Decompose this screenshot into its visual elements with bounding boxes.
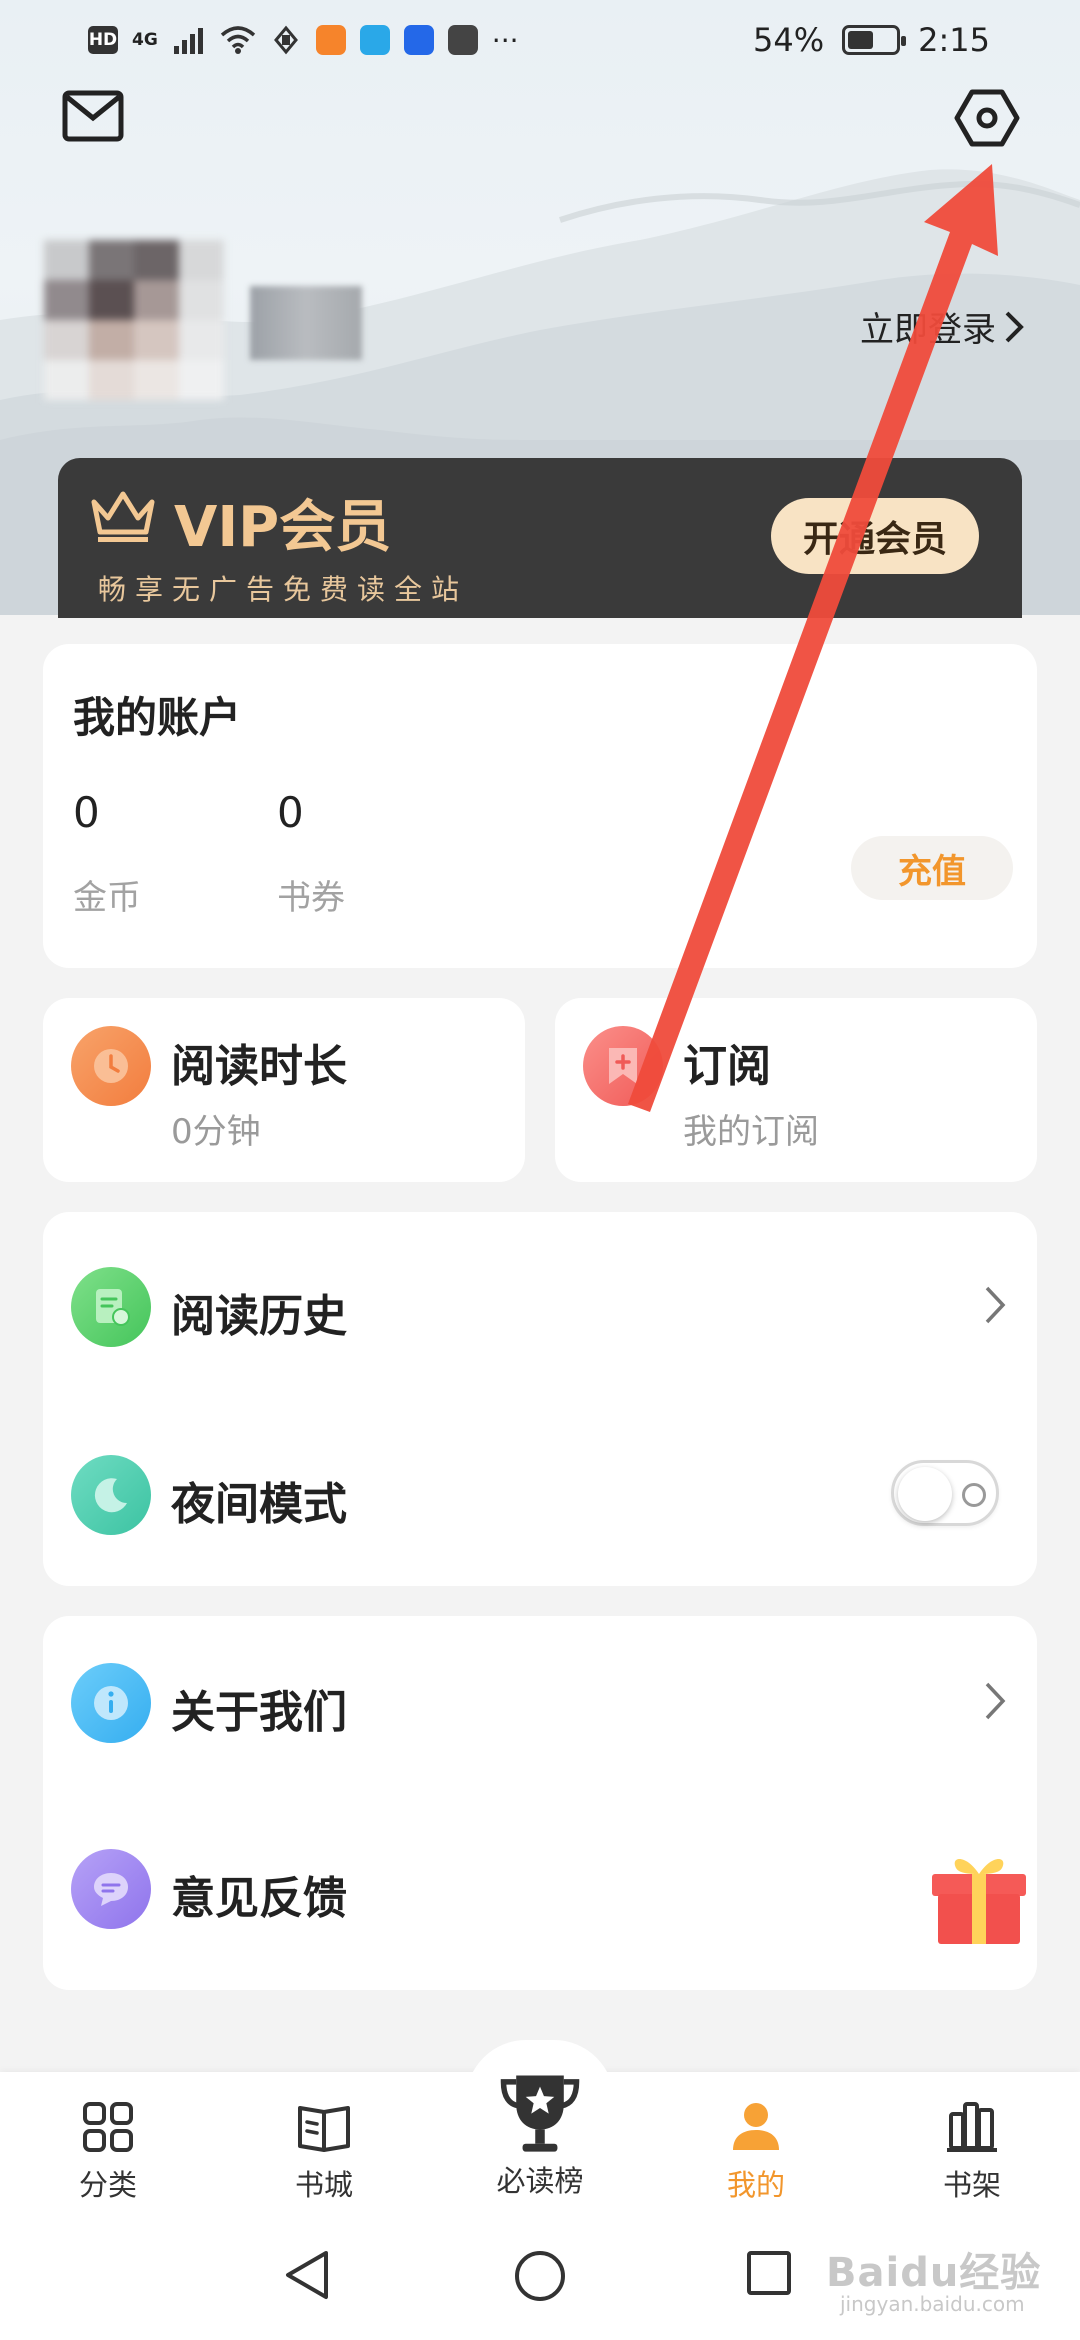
vip-title: VIP会员	[174, 495, 392, 560]
subscription-card[interactable]: 订阅 我的订阅	[555, 998, 1037, 1182]
tab-bookstore[interactable]: 书城	[244, 2098, 404, 2204]
back-triangle-icon[interactable]	[282, 2248, 332, 2302]
vouchers-value: 0	[277, 788, 304, 837]
hd-icon: HD	[88, 26, 118, 54]
username-placeholder	[250, 286, 362, 360]
reading-time-title: 阅读时长	[171, 1041, 347, 1092]
chevron-right-icon	[1005, 311, 1024, 342]
night-mode-row: 夜间模式	[43, 1418, 1037, 1568]
coins-value: 0	[73, 788, 100, 837]
tab-category[interactable]: 分类	[28, 2098, 188, 2204]
bookshelf-icon	[947, 2102, 997, 2152]
reading-time-card[interactable]: 阅读时长 0分钟	[43, 998, 525, 1182]
vip-banner[interactable]: VIP会员 畅享无广告免费读全站 开通会员	[58, 458, 1022, 618]
chevron-right-icon	[985, 1682, 1006, 1720]
vip-subtitle: 畅享无广告免费读全站	[98, 573, 469, 606]
tab-label: 必读榜	[496, 2164, 584, 2198]
battery-percent: 54%	[753, 21, 825, 59]
recents-square-icon[interactable]	[744, 2248, 794, 2298]
settings-gear-icon[interactable]	[954, 86, 1020, 150]
subscription-subtitle: 我的订阅	[683, 1112, 819, 1152]
huawei-app-icon	[447, 25, 478, 55]
about-us-row[interactable]: 关于我们	[43, 1626, 1037, 1776]
moon-icon	[71, 1455, 151, 1535]
feedback-row[interactable]: 意见反馈	[43, 1812, 1037, 1962]
video-app-icon	[315, 25, 346, 55]
feedback-label: 意见反馈	[171, 1873, 347, 1924]
bulb-app-icon	[403, 25, 434, 55]
chevron-right-icon	[985, 1286, 1006, 1324]
night-mode-label: 夜间模式	[171, 1479, 347, 1530]
coins-label: 金币	[73, 878, 141, 918]
tab-label: 分类	[78, 2168, 137, 2202]
network-type: 4G	[132, 29, 158, 50]
info-icon	[71, 1663, 151, 1743]
avatar[interactable]	[44, 240, 224, 400]
menu-card-info: 关于我们 意见反馈	[43, 1616, 1037, 1990]
login-link[interactable]: 立即登录	[860, 302, 1024, 351]
battery-level	[848, 31, 874, 49]
wifi-icon	[220, 26, 255, 54]
subscription-title: 订阅	[683, 1041, 771, 1092]
recharge-button[interactable]: 充值	[851, 836, 1013, 900]
trophy-icon	[500, 2075, 580, 2152]
signal-icon	[173, 28, 203, 54]
more-notifications-icon: ···	[491, 23, 519, 57]
tab-label: 书城	[294, 2168, 353, 2202]
tab-label: 我的	[726, 2168, 785, 2202]
toggle-knob	[898, 1467, 952, 1521]
mail-icon[interactable]	[62, 90, 124, 142]
tab-bookshelf[interactable]: 书架	[892, 2098, 1052, 2204]
feedback-chat-icon	[71, 1849, 151, 1929]
battery-icon	[842, 25, 907, 55]
grid-icon	[83, 2102, 133, 2152]
status-bar: HD 4G ··· 54% 2:15	[0, 0, 1080, 80]
bookmark-plus-icon	[583, 1026, 663, 1106]
profile-page: HD 4G ··· 54% 2:15 立即登录 VIP会员 畅享无广告免费读全站…	[0, 0, 1080, 2340]
book-open-icon	[298, 2106, 350, 2152]
reading-time-value: 0分钟	[171, 1112, 261, 1152]
tab-mine[interactable]: 我的	[676, 2098, 836, 2204]
reading-history-label: 阅读历史	[171, 1291, 347, 1342]
tab-label: 书架	[942, 2168, 1001, 2202]
history-icon	[71, 1267, 151, 1347]
about-us-label: 关于我们	[171, 1687, 347, 1738]
night-mode-toggle[interactable]	[891, 1460, 999, 1526]
clock: 2:15	[918, 21, 990, 59]
baidu-watermark: Baidu经验	[826, 2250, 1042, 2296]
reading-history-row[interactable]: 阅读历史	[43, 1230, 1037, 1380]
hand-icon	[273, 25, 298, 55]
menu-card-reading: 阅读历史 夜间模式	[43, 1212, 1037, 1586]
clock-icon	[71, 1026, 151, 1106]
gift-icon[interactable]	[926, 1846, 1032, 1950]
crown-icon	[91, 491, 155, 542]
person-icon	[733, 2103, 779, 2150]
login-label: 立即登录	[860, 310, 996, 350]
open-vip-button[interactable]: 开通会员	[771, 498, 979, 574]
home-circle-icon[interactable]	[512, 2248, 568, 2304]
account-title: 我的账户	[73, 693, 242, 742]
search-app-icon	[359, 25, 390, 55]
watermark-url: jingyan.baidu.com	[840, 2292, 1025, 2316]
vouchers-label: 书券	[277, 878, 345, 918]
tab-must-read[interactable]: 必读榜	[460, 2066, 620, 2200]
account-card: 我的账户 0 0 金币 书券 充值	[43, 644, 1037, 968]
toggle-off-indicator	[962, 1483, 986, 1507]
